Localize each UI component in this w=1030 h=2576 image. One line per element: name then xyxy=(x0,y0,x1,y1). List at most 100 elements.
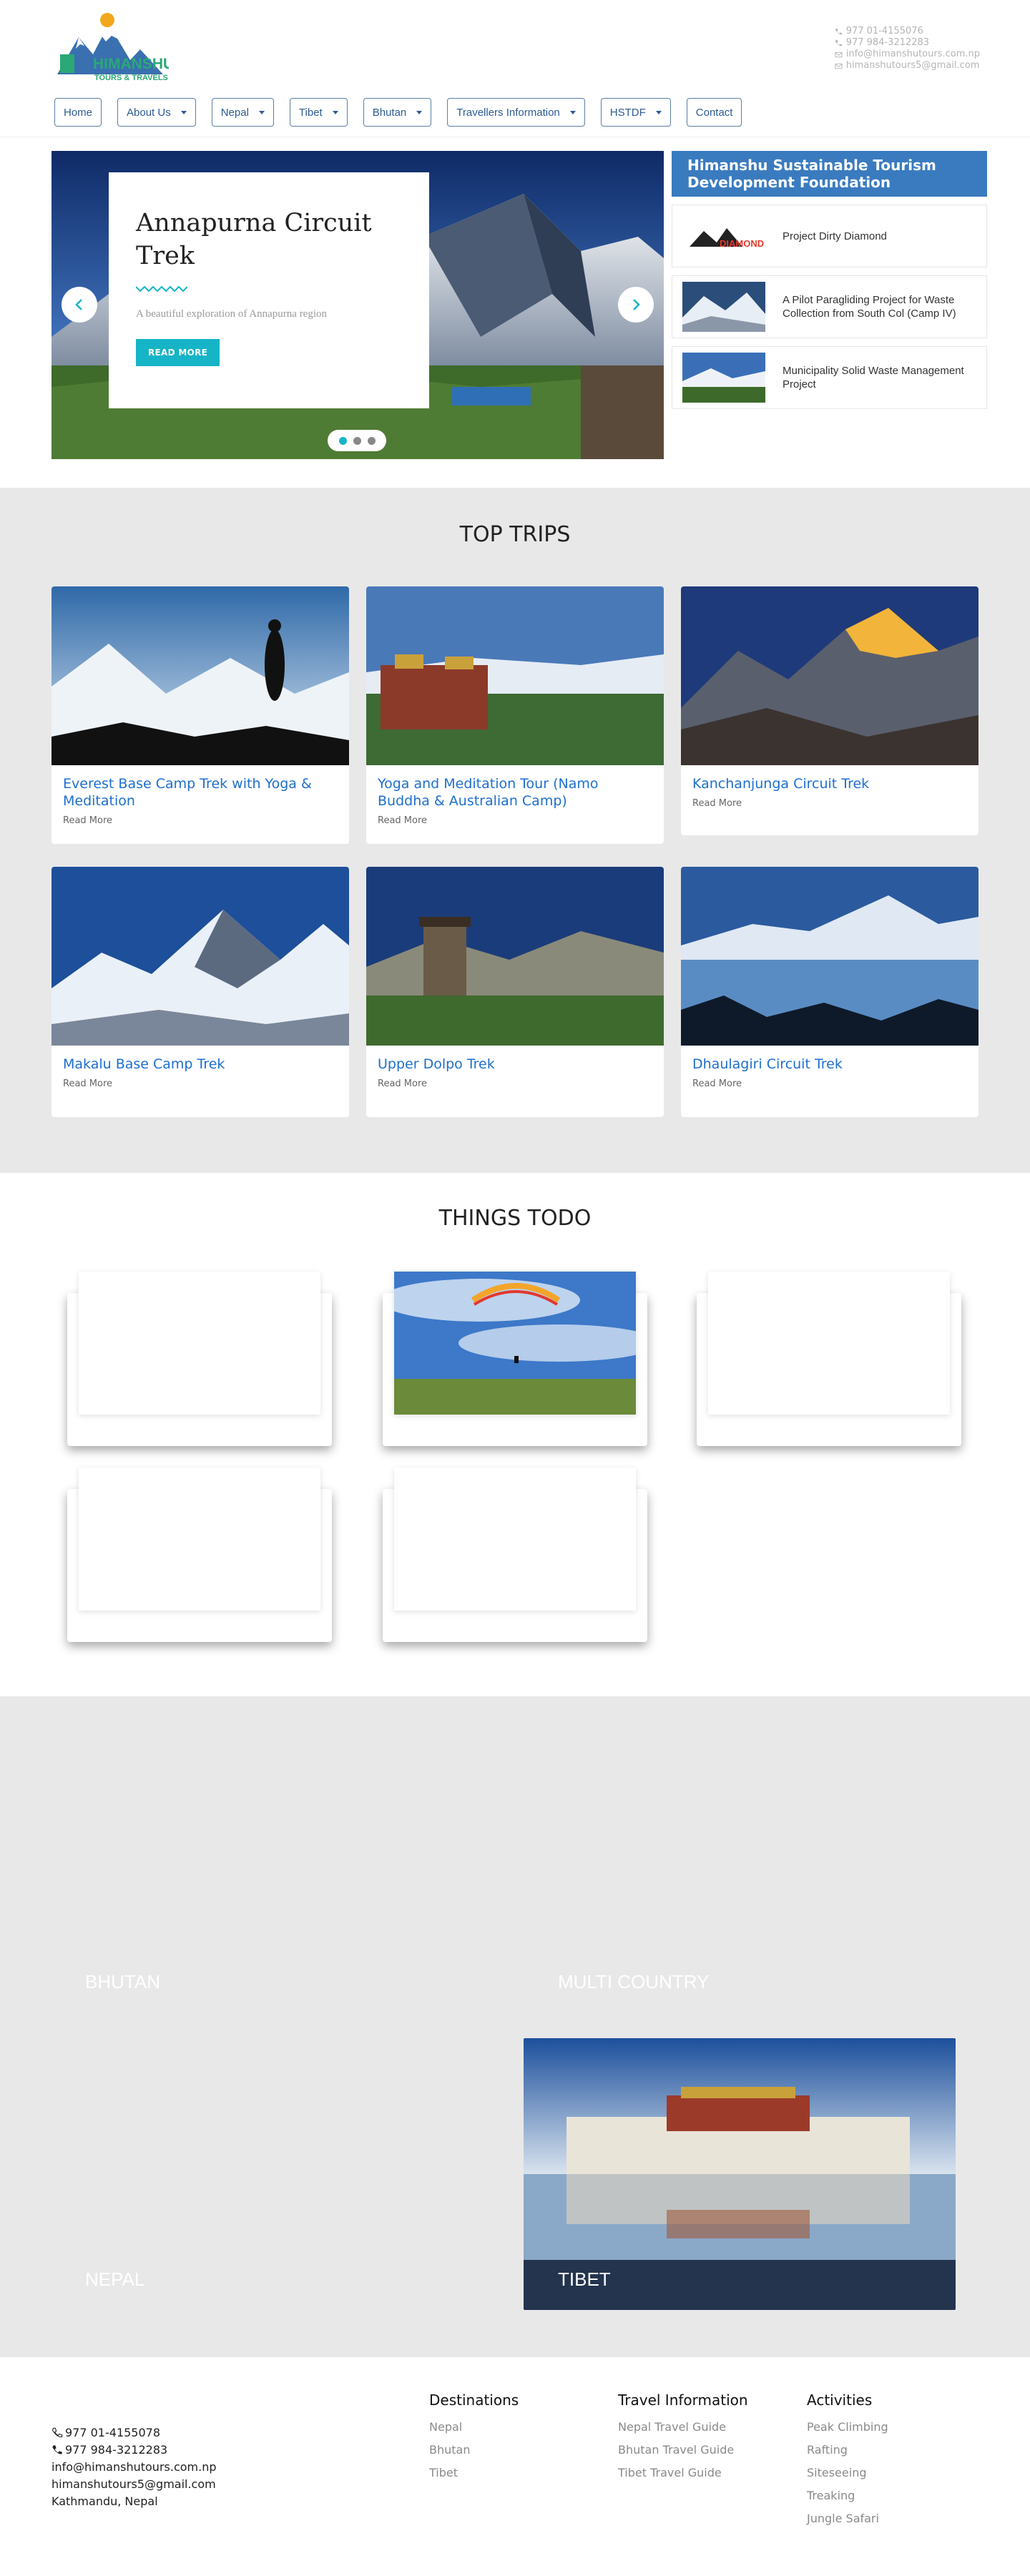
site-logo[interactable]: HIMANSHU TOURS & TRAVELS xyxy=(52,10,169,89)
slider-prev-button[interactable] xyxy=(62,287,97,323)
todo-card[interactable] xyxy=(67,1272,332,1446)
main-nav: Home About Us Nepal Tibet Bhutan Travell… xyxy=(54,98,742,127)
destinations-section: BHUTAN MULTI COUNTRY NEPAL TIBET xyxy=(0,1696,1030,2357)
todo-image-placeholder xyxy=(394,1468,636,1611)
phone-icon xyxy=(835,28,842,34)
nav-tibet[interactable]: Tibet xyxy=(289,98,348,127)
todo-card[interactable] xyxy=(383,1272,647,1446)
trip-title[interactable]: Kanchanjunga Circuit Trek xyxy=(681,765,978,792)
read-more-link[interactable]: Read More xyxy=(681,1073,978,1089)
footer-link[interactable]: Tibet xyxy=(429,2462,519,2484)
header-phone-2[interactable]: 977 984-3212283 xyxy=(846,37,929,49)
nav-bhutan[interactable]: Bhutan xyxy=(363,98,432,127)
trip-title[interactable]: Upper Dolpo Trek xyxy=(366,1046,664,1073)
footer-link[interactable]: Bhutan xyxy=(429,2439,519,2462)
destination-bhutan[interactable]: BHUTAN xyxy=(85,1971,160,1993)
nav-about-us[interactable]: About Us xyxy=(117,98,196,127)
foundation-item-title: Project Dirty Diamond xyxy=(783,230,887,242)
footer-link[interactable]: Siteseeing xyxy=(807,2462,888,2484)
footer-phone-1[interactable]: 977 01-4155078 xyxy=(65,2424,160,2442)
phone-icon xyxy=(835,39,842,46)
trip-title[interactable]: Makalu Base Camp Trek xyxy=(52,1046,349,1073)
logo-subtext: TOURS & TRAVELS xyxy=(94,74,168,82)
read-more-link[interactable]: Read More xyxy=(366,1073,664,1089)
footer-phone-2[interactable]: 977 984-3212283 xyxy=(65,2442,167,2459)
read-more-link[interactable]: Read More xyxy=(681,792,978,809)
trip-title[interactable]: Everest Base Camp Trek with Yoga & Medit… xyxy=(52,765,349,810)
trip-card[interactable]: Upper Dolpo Trek Read More xyxy=(366,867,664,1117)
project-thumbnail xyxy=(682,282,765,332)
footer-link[interactable]: Nepal xyxy=(429,2416,519,2439)
foundation-item[interactable]: Municipality Solid Waste Management Proj… xyxy=(672,346,987,409)
trip-card[interactable]: Yoga and Meditation Tour (Namo Buddha & … xyxy=(366,586,664,844)
footer-link[interactable]: Rafting xyxy=(807,2439,888,2462)
footer-link[interactable]: Bhutan Travel Guide xyxy=(618,2439,748,2462)
nav-hstdf[interactable]: HSTDF xyxy=(600,98,671,127)
caret-down-icon xyxy=(569,110,576,114)
caret-down-icon xyxy=(332,110,338,114)
trip-image xyxy=(366,586,664,765)
footer-email-1[interactable]: info@himanshutours.com.np xyxy=(52,2459,217,2476)
mail-icon xyxy=(835,63,843,69)
nav-label: Home xyxy=(64,106,93,119)
trip-card[interactable]: Everest Base Camp Trek with Yoga & Medit… xyxy=(52,586,349,844)
foundation-heading: Himanshu Sustainable Tourism Development… xyxy=(672,151,987,197)
slider-dot[interactable] xyxy=(353,436,361,445)
slider-dot[interactable] xyxy=(338,436,347,445)
foundation-item-title: Municipality Solid Waste Management Proj… xyxy=(783,365,964,390)
foundation-item[interactable]: DIAMOND Project Dirty Diamond xyxy=(672,205,987,267)
header-contact: 977 01-4155076 977 984-3212283 info@hima… xyxy=(835,26,980,72)
footer-email-2[interactable]: himanshutours5@gmail.com xyxy=(52,2476,217,2493)
footer-address: Kathmandu, Nepal xyxy=(52,2494,158,2508)
hero-title: Annapurna Circuit Trek xyxy=(136,209,372,270)
project-thumbnail xyxy=(682,353,765,403)
nav-contact[interactable]: Contact xyxy=(686,98,742,127)
trip-image xyxy=(366,867,664,1046)
foundation-item[interactable]: A Pilot Paragliding Project for Waste Co… xyxy=(672,275,987,338)
foundation-panel: Himanshu Sustainable Tourism Development… xyxy=(672,151,987,409)
footer-link[interactable]: Treaking xyxy=(807,2484,888,2507)
footer-link[interactable]: Peak Climbing xyxy=(807,2416,888,2439)
trip-image xyxy=(681,867,978,1046)
footer-link[interactable]: Nepal Travel Guide xyxy=(618,2416,748,2439)
header-email-1[interactable]: info@himanshutours.com.np xyxy=(846,49,980,60)
slider-next-button[interactable] xyxy=(618,287,654,323)
project-thumbnail: DIAMOND xyxy=(682,211,765,261)
nav-nepal[interactable]: Nepal xyxy=(211,98,274,127)
read-more-link[interactable]: Read More xyxy=(52,810,349,826)
read-more-link[interactable]: Read More xyxy=(52,1073,349,1089)
todo-card[interactable] xyxy=(383,1468,647,1642)
trip-card[interactable]: Makalu Base Camp Trek Read More xyxy=(52,867,349,1117)
trip-card[interactable]: Kanchanjunga Circuit Trek Read More xyxy=(681,586,978,835)
trip-card[interactable]: Dhaulagiri Circuit Trek Read More xyxy=(681,867,978,1117)
destination-multi-country[interactable]: MULTI COUNTRY xyxy=(558,1971,709,1993)
hero-slider: Annapurna Circuit Trek A beautiful explo… xyxy=(52,151,664,459)
trip-image xyxy=(52,867,349,1046)
nav-label: Travellers Information xyxy=(456,106,560,119)
todo-card[interactable] xyxy=(697,1272,961,1446)
nav-label: HSTDF xyxy=(609,106,646,119)
things-todo-title: THINGS TODO xyxy=(438,1206,592,1231)
slider-dot[interactable] xyxy=(367,436,376,445)
hero-read-more-button[interactable]: READ MORE xyxy=(136,339,220,366)
footer-link[interactable]: Jungle Safari xyxy=(807,2507,888,2530)
todo-image-placeholder xyxy=(79,1272,320,1415)
destination-nepal[interactable]: NEPAL xyxy=(85,2268,144,2291)
todo-card[interactable] xyxy=(67,1468,332,1642)
nav-label: Tibet xyxy=(298,106,323,119)
nav-home[interactable]: Home xyxy=(54,98,102,127)
nav-label: Bhutan xyxy=(372,106,407,119)
trip-title[interactable]: Dhaulagiri Circuit Trek xyxy=(681,1046,978,1073)
read-more-link[interactable]: Read More xyxy=(366,810,664,826)
destination-tibet-card[interactable]: TIBET xyxy=(524,2038,956,2310)
caret-down-icon xyxy=(655,110,662,114)
header-email-2[interactable]: himanshutours5@gmail.com xyxy=(846,60,980,72)
nav-travellers-information[interactable]: Travellers Information xyxy=(447,98,585,127)
phone-icon xyxy=(52,2427,63,2438)
header-phone-1[interactable]: 977 01-4155076 xyxy=(846,26,923,37)
trip-title[interactable]: Yoga and Meditation Tour (Namo Buddha & … xyxy=(366,765,664,810)
footer-link[interactable]: Tibet Travel Guide xyxy=(618,2462,748,2484)
hero-subtitle: A beautiful exploration of Annapurna reg… xyxy=(136,308,328,320)
foundation-item-title: A Pilot Paragliding Project for Waste Co… xyxy=(783,294,956,320)
trip-image xyxy=(681,586,978,765)
